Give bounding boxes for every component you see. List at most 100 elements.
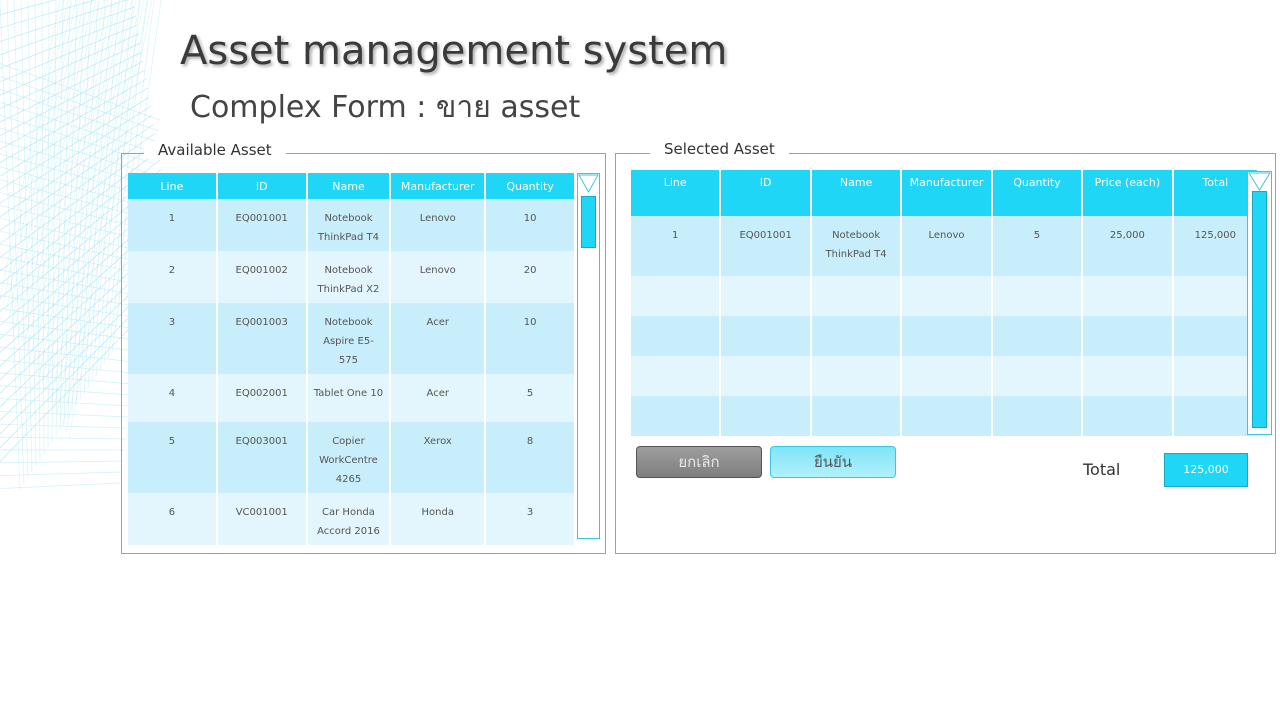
cell-line bbox=[631, 276, 720, 316]
confirm-button[interactable]: ยืนยัน bbox=[770, 446, 896, 478]
cell-manufacturer: Acer bbox=[391, 303, 485, 374]
cell-price-each bbox=[1083, 316, 1172, 356]
cell-line: 1 bbox=[631, 216, 720, 276]
cell-manufacturer bbox=[902, 316, 991, 356]
cell-name bbox=[811, 396, 901, 436]
cell-id bbox=[721, 356, 810, 396]
table-row[interactable] bbox=[631, 396, 1257, 436]
cell-quantity bbox=[992, 356, 1082, 396]
column-header-quantity[interactable]: Quantity bbox=[486, 173, 574, 199]
available-scrollbar[interactable] bbox=[577, 173, 600, 539]
cell-name: Notebook ThinkPad X2 bbox=[307, 251, 390, 303]
column-header-quantity[interactable]: Quantity bbox=[992, 170, 1082, 216]
cell-price-each: 25,000 bbox=[1083, 216, 1172, 276]
cell-quantity bbox=[992, 396, 1082, 436]
cell-quantity: 10 bbox=[486, 199, 574, 251]
cell-id bbox=[721, 276, 810, 316]
selected-header-row: Line ID Name Manufacturer Quantity Price… bbox=[631, 170, 1257, 216]
cell-line: 5 bbox=[128, 422, 216, 493]
cell-manufacturer bbox=[902, 396, 991, 436]
table-row[interactable]: 1 EQ001001 Notebook ThinkPad T4 Lenovo 5… bbox=[631, 216, 1257, 276]
column-header-price-each[interactable]: Price (each) bbox=[1083, 170, 1172, 216]
available-scrollbar-thumb[interactable] bbox=[581, 196, 596, 248]
selected-asset-panel: Selected Asset Line ID Name Manufacturer… bbox=[615, 140, 1276, 554]
total-value-field: 125,000 bbox=[1164, 453, 1248, 487]
cell-manufacturer: Lenovo bbox=[391, 199, 485, 251]
cell-quantity: 8 bbox=[486, 422, 574, 493]
cell-manufacturer: Lenovo bbox=[391, 251, 485, 303]
scroll-up-arrow-icon[interactable] bbox=[1248, 172, 1271, 192]
cell-name bbox=[811, 276, 901, 316]
cell-quantity: 10 bbox=[486, 303, 574, 374]
cell-quantity: 20 bbox=[486, 251, 574, 303]
cell-id bbox=[721, 396, 810, 436]
cell-line: 2 bbox=[128, 251, 216, 303]
column-header-id[interactable]: ID bbox=[721, 170, 810, 216]
cell-manufacturer: Honda bbox=[391, 493, 485, 545]
cell-line: 1 bbox=[128, 199, 216, 251]
available-asset-table: Line ID Name Manufacturer Quantity 1 EQ0… bbox=[126, 173, 576, 545]
cell-quantity bbox=[992, 276, 1082, 316]
cell-id: EQ001001 bbox=[217, 199, 306, 251]
table-row[interactable]: 5 EQ003001 Copier WorkCentre 4265 Xerox … bbox=[128, 422, 574, 493]
cell-name: Car Honda Accord 2016 bbox=[307, 493, 390, 545]
cell-quantity: 3 bbox=[486, 493, 574, 545]
cell-name: Notebook ThinkPad T4 bbox=[307, 199, 390, 251]
cell-line: 6 bbox=[128, 493, 216, 545]
cell-name: Notebook ThinkPad T4 bbox=[811, 216, 901, 276]
cell-price-each bbox=[1083, 396, 1172, 436]
table-row[interactable]: 6 VC001001 Car Honda Accord 2016 Honda 3 bbox=[128, 493, 574, 545]
cell-total bbox=[1173, 396, 1257, 436]
cell-manufacturer bbox=[902, 276, 991, 316]
column-header-manufacturer[interactable]: Manufacturer bbox=[391, 173, 485, 199]
cell-total bbox=[1173, 356, 1257, 396]
table-row[interactable]: 4 EQ002001 Tablet One 10 Acer 5 bbox=[128, 374, 574, 422]
cell-id: EQ003001 bbox=[217, 422, 306, 493]
selected-asset-legend: Selected Asset bbox=[650, 140, 789, 158]
cell-quantity: 5 bbox=[992, 216, 1082, 276]
column-header-name[interactable]: Name bbox=[811, 170, 901, 216]
cell-manufacturer: Acer bbox=[391, 374, 485, 422]
cell-id: EQ001003 bbox=[217, 303, 306, 374]
cell-manufacturer: Lenovo bbox=[902, 216, 991, 276]
selected-scrollbar-thumb[interactable] bbox=[1252, 191, 1267, 428]
cell-manufacturer bbox=[902, 356, 991, 396]
cell-manufacturer: Xerox bbox=[391, 422, 485, 493]
page-subtitle: Complex Form : ขาย asset bbox=[190, 90, 581, 125]
scroll-up-arrow-icon[interactable] bbox=[578, 174, 599, 194]
cell-line bbox=[631, 356, 720, 396]
column-header-line[interactable]: Line bbox=[631, 170, 720, 216]
cell-id: EQ002001 bbox=[217, 374, 306, 422]
column-header-name[interactable]: Name bbox=[307, 173, 390, 199]
cell-id bbox=[721, 316, 810, 356]
table-row[interactable] bbox=[631, 356, 1257, 396]
table-row[interactable] bbox=[631, 276, 1257, 316]
cell-name: Copier WorkCentre 4265 bbox=[307, 422, 390, 493]
cell-name: Notebook Aspire E5-575 bbox=[307, 303, 390, 374]
column-header-manufacturer[interactable]: Manufacturer bbox=[902, 170, 991, 216]
cell-id: EQ001001 bbox=[721, 216, 810, 276]
cell-line bbox=[631, 316, 720, 356]
table-row[interactable] bbox=[631, 316, 1257, 356]
available-asset-legend: Available Asset bbox=[144, 141, 286, 159]
cancel-button[interactable]: ยกเลิก bbox=[636, 446, 762, 478]
cell-id: VC001001 bbox=[217, 493, 306, 545]
table-row[interactable]: 1 EQ001001 Notebook ThinkPad T4 Lenovo 1… bbox=[128, 199, 574, 251]
table-row[interactable]: 3 EQ001003 Notebook Aspire E5-575 Acer 1… bbox=[128, 303, 574, 374]
page-title: Asset management system bbox=[180, 28, 728, 74]
total-label: Total bbox=[1083, 460, 1121, 479]
cell-quantity bbox=[992, 316, 1082, 356]
cell-name bbox=[811, 356, 901, 396]
column-header-total[interactable]: Total bbox=[1173, 170, 1257, 216]
cell-line: 4 bbox=[128, 374, 216, 422]
cell-price-each bbox=[1083, 356, 1172, 396]
column-header-id[interactable]: ID bbox=[217, 173, 306, 199]
cell-name: Tablet One 10 bbox=[307, 374, 390, 422]
column-header-line[interactable]: Line bbox=[128, 173, 216, 199]
cell-name bbox=[811, 316, 901, 356]
selected-scrollbar[interactable] bbox=[1247, 171, 1272, 435]
cell-line: 3 bbox=[128, 303, 216, 374]
table-row[interactable]: 2 EQ001002 Notebook ThinkPad X2 Lenovo 2… bbox=[128, 251, 574, 303]
cell-line bbox=[631, 396, 720, 436]
cell-price-each bbox=[1083, 276, 1172, 316]
